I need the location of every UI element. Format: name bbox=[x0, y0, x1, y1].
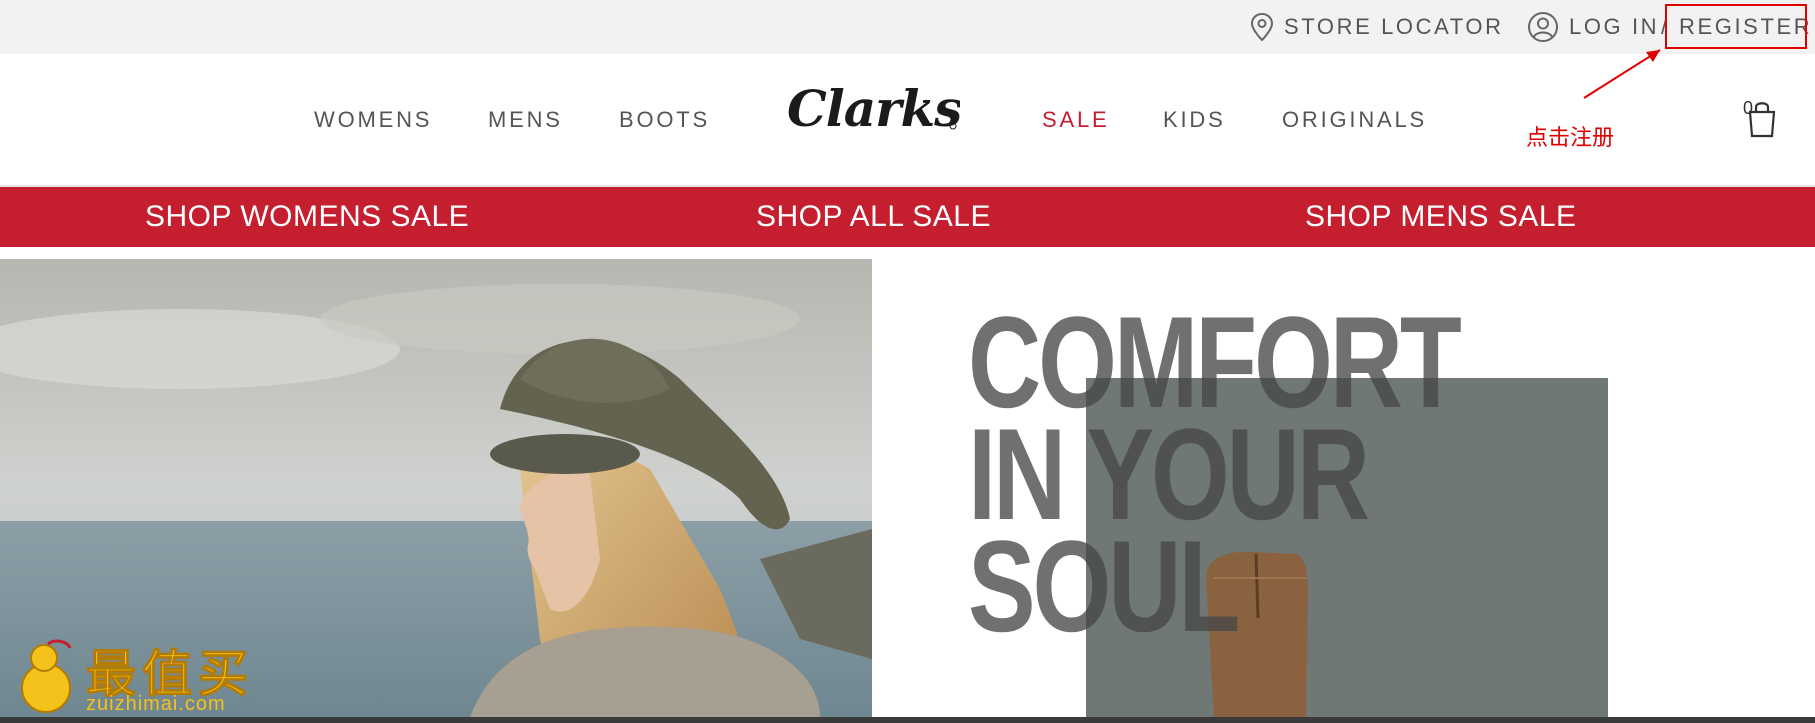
nav-item-kids[interactable]: KIDS bbox=[1163, 107, 1226, 133]
store-locator-link[interactable]: STORE LOCATOR bbox=[1250, 0, 1504, 54]
cart-count: 0 bbox=[1743, 98, 1754, 118]
shop-all-sale-link[interactable]: SHOP ALL SALE bbox=[756, 187, 991, 247]
location-pin-icon bbox=[1250, 12, 1274, 42]
annotation-arrow bbox=[1583, 49, 1661, 99]
clarks-logo[interactable]: Clarks bbox=[785, 79, 963, 145]
nav-item-mens[interactable]: MENS bbox=[488, 107, 563, 133]
logo-text: Clarks bbox=[787, 80, 960, 138]
hero-headline: COMFORT IN YOUR SOUL bbox=[968, 289, 1462, 659]
gourd-mascot-icon bbox=[21, 639, 72, 713]
watermark-logo bbox=[6, 636, 86, 721]
store-locator-label: STORE LOCATOR bbox=[1284, 14, 1504, 39]
shop-womens-sale-link[interactable]: SHOP WOMENS SALE bbox=[145, 187, 469, 247]
utility-bar: STORE LOCATOR LOG IN / REGISTER bbox=[0, 0, 1815, 54]
user-account-icon bbox=[1528, 12, 1558, 42]
nav-item-sale[interactable]: SALE bbox=[1042, 107, 1109, 133]
shop-mens-sale-link[interactable]: SHOP MENS SALE bbox=[1305, 187, 1577, 247]
nav-item-boots[interactable]: BOOTS bbox=[619, 107, 710, 133]
register-highlight-box bbox=[1665, 4, 1807, 49]
login-label: LOG IN bbox=[1569, 14, 1660, 39]
annotation-label: 点击注册 bbox=[1526, 126, 1615, 151]
bottom-edge bbox=[0, 717, 1815, 723]
nav-item-originals[interactable]: ORIGINALS bbox=[1282, 107, 1427, 133]
sale-bar: SHOP WOMENS SALE SHOP ALL SALE SHOP MENS… bbox=[0, 187, 1815, 247]
nav-item-womens[interactable]: WOMENS bbox=[314, 107, 432, 133]
watermark-url: zuizhimai.com bbox=[86, 693, 226, 715]
